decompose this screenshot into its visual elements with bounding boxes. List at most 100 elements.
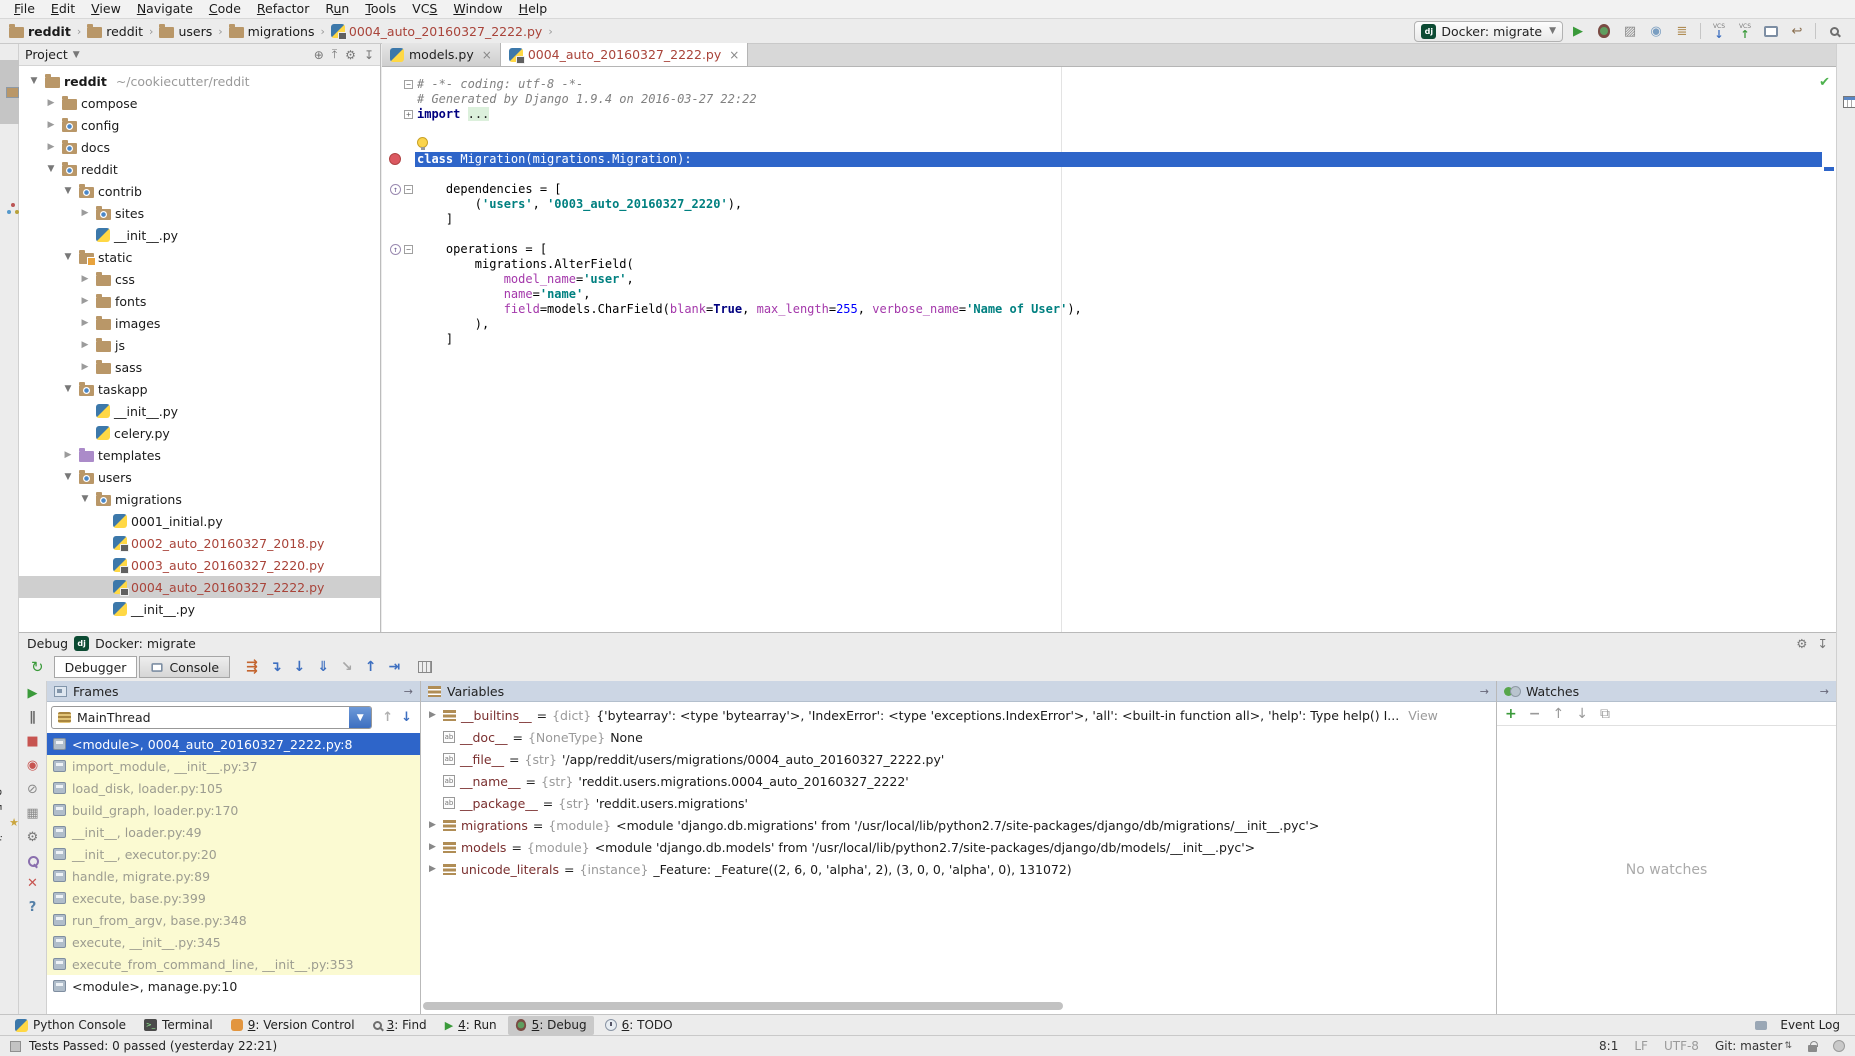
tree-row[interactable]: ▶images bbox=[19, 312, 380, 334]
expand-arrow-icon[interactable]: ▶ bbox=[427, 710, 438, 720]
expand-arrow-icon[interactable]: ▶ bbox=[427, 864, 438, 874]
add-watch-icon[interactable]: + bbox=[1505, 706, 1517, 722]
inspections-ok-icon[interactable]: ✔ bbox=[1819, 75, 1830, 90]
close-icon[interactable]: × bbox=[482, 48, 492, 62]
close-icon[interactable]: ✕ bbox=[27, 877, 38, 890]
tree-row[interactable]: celery.py bbox=[19, 422, 380, 444]
settings-gear-icon[interactable]: ⚙ bbox=[27, 831, 39, 844]
step-into-icon[interactable]: ↓ bbox=[294, 660, 306, 674]
code-area[interactable]: −# -*- coding: utf-8 -*-# Generated by D… bbox=[382, 67, 1836, 632]
frame-row[interactable]: run_from_argv, base.py:348 bbox=[47, 909, 420, 931]
toolwindow-button-4-run[interactable]: ▶4: Run bbox=[438, 1016, 504, 1035]
frame-row[interactable]: build_graph, loader.py:170 bbox=[47, 799, 420, 821]
tree-row[interactable]: ▼taskapp bbox=[19, 378, 380, 400]
chevron-right-icon[interactable]: ▶ bbox=[78, 362, 92, 372]
rerun-icon[interactable]: ↻ bbox=[31, 660, 44, 675]
menu-item-view[interactable]: View bbox=[83, 0, 129, 18]
chevron-right-icon[interactable]: ▶ bbox=[61, 450, 75, 460]
restore-layout-icon[interactable]: ▦ bbox=[26, 807, 38, 820]
chevron-down-icon[interactable]: ▼ bbox=[61, 186, 75, 196]
update-project-button[interactable]: VCS↓ bbox=[1708, 21, 1730, 41]
git-branch-widget[interactable]: Git: master ⇅ bbox=[1715, 1039, 1792, 1053]
breakpoint-icon[interactable] bbox=[389, 153, 401, 165]
frame-row[interactable]: execute, base.py:399 bbox=[47, 887, 420, 909]
toolwindow-button-terminal[interactable]: Terminal bbox=[137, 1016, 220, 1035]
fold-marker-icon[interactable]: + bbox=[404, 110, 413, 119]
move-up-icon[interactable]: ↑ bbox=[1552, 706, 1564, 722]
tree-row[interactable]: __init__.py bbox=[19, 598, 380, 620]
commit-button[interactable] bbox=[1760, 21, 1782, 41]
encoding-indicator[interactable]: UTF-8 bbox=[1664, 1039, 1699, 1053]
tree-row[interactable]: ▶css bbox=[19, 268, 380, 290]
run-to-cursor-icon[interactable]: ⇥ bbox=[388, 660, 400, 674]
breadcrumb-item[interactable]: migrations bbox=[226, 24, 318, 39]
view-breakpoints-icon[interactable]: ◉ bbox=[27, 759, 38, 772]
tree-row[interactable]: ▶sites bbox=[19, 202, 380, 224]
intention-bulb-icon[interactable] bbox=[417, 137, 428, 148]
chevron-right-icon[interactable]: ▶ bbox=[78, 296, 92, 306]
stripe-tab-7-structure[interactable]: 7: Structure bbox=[0, 170, 19, 248]
search-everywhere-button[interactable] bbox=[1823, 21, 1845, 41]
toolwindow-button-3-find[interactable]: 3: Find bbox=[366, 1016, 434, 1035]
chevron-down-icon[interactable]: ▼ bbox=[61, 384, 75, 394]
chevron-right-icon[interactable]: ▶ bbox=[78, 318, 92, 328]
remove-watch-icon[interactable]: − bbox=[1529, 706, 1541, 722]
chevron-down-icon[interactable]: ▼ bbox=[27, 76, 41, 86]
attribute-gutter-icon[interactable] bbox=[390, 244, 401, 255]
tree-row[interactable]: 0003_auto_20160327_2220.py bbox=[19, 554, 380, 576]
fold-marker-icon[interactable]: − bbox=[404, 245, 413, 254]
chevron-right-icon[interactable]: ▶ bbox=[78, 274, 92, 284]
caret-position[interactable]: 8:1 bbox=[1599, 1039, 1618, 1053]
tree-row[interactable]: ▼static bbox=[19, 246, 380, 268]
stripe-tab-database[interactable]: Database bbox=[1837, 70, 1855, 135]
chevron-right-icon[interactable]: ▶ bbox=[44, 98, 58, 108]
pause-icon[interactable]: ∥ bbox=[29, 711, 36, 724]
tree-row[interactable]: __init__.py bbox=[19, 400, 380, 422]
status-icon[interactable] bbox=[10, 1041, 21, 1052]
locate-file-icon[interactable]: ⊕ bbox=[314, 48, 324, 62]
expand-arrow-icon[interactable]: ▶ bbox=[427, 820, 438, 830]
hide-panel-icon[interactable]: ↧ bbox=[1818, 636, 1828, 651]
fold-marker-icon[interactable]: − bbox=[404, 80, 413, 89]
close-icon[interactable]: × bbox=[729, 48, 739, 62]
frame-down-icon[interactable]: ↓ bbox=[401, 710, 412, 725]
attribute-gutter-icon[interactable] bbox=[390, 184, 401, 195]
breadcrumb-item[interactable]: reddit bbox=[84, 24, 146, 39]
frame-row[interactable]: execute_from_command_line, __init__.py:3… bbox=[47, 953, 420, 975]
stop-icon[interactable]: ■ bbox=[26, 735, 38, 748]
step-out-icon[interactable]: ↑ bbox=[365, 660, 377, 674]
editor-tab[interactable]: 0004_auto_20160327_2222.py× bbox=[501, 43, 749, 66]
chevron-down-icon[interactable]: ▼ bbox=[78, 494, 92, 504]
menu-item-vcs[interactable]: VCS bbox=[404, 0, 445, 18]
toolwindow-button-6-todo[interactable]: 6: TODO bbox=[598, 1016, 680, 1035]
tree-row[interactable]: ▶compose bbox=[19, 92, 380, 114]
fold-marker-icon[interactable]: − bbox=[404, 185, 413, 194]
menu-item-edit[interactable]: Edit bbox=[43, 0, 83, 18]
thread-selector[interactable]: MainThread ▼ bbox=[51, 706, 372, 729]
run-configuration-select[interactable]: dj Docker: migrate ▼ bbox=[1414, 21, 1563, 42]
run-task-button[interactable]: ≣ bbox=[1671, 21, 1693, 41]
resume-icon[interactable]: ▶ bbox=[28, 687, 38, 700]
show-execution-point-icon[interactable]: ⇶ bbox=[246, 660, 258, 674]
event-log-button[interactable]: Event Log bbox=[1773, 1016, 1847, 1035]
push-button[interactable]: VCS↑ bbox=[1734, 21, 1756, 41]
variable-row[interactable]: __package__ = {str} 'reddit.users.migrat… bbox=[421, 792, 1496, 814]
chevron-down-icon[interactable]: ▼ bbox=[61, 472, 75, 482]
coverage-button[interactable]: ▨ bbox=[1619, 21, 1641, 41]
scrollbar-error-stripe-mark[interactable] bbox=[1824, 167, 1834, 171]
menu-item-help[interactable]: Help bbox=[511, 0, 556, 18]
gear-icon[interactable]: ⚙ bbox=[345, 48, 356, 62]
tree-row[interactable]: ▶templates bbox=[19, 444, 380, 466]
panel-float-icon[interactable]: → bbox=[1480, 685, 1489, 698]
toolwindow-button-5-debug[interactable]: 5: Debug bbox=[508, 1016, 594, 1035]
variable-row[interactable]: __name__ = {str} 'reddit.users.migration… bbox=[421, 770, 1496, 792]
tree-row[interactable]: ▶config bbox=[19, 114, 380, 136]
tree-row[interactable]: ▼migrations bbox=[19, 488, 380, 510]
force-step-into-icon[interactable]: ⇓ bbox=[317, 660, 329, 674]
gear-icon[interactable]: ⚙ bbox=[1796, 636, 1807, 651]
chevron-down-icon[interactable]: ▼ bbox=[73, 50, 80, 60]
mute-breakpoints-icon[interactable]: ⊘ bbox=[27, 783, 38, 796]
tree-row[interactable]: ▶docs bbox=[19, 136, 380, 158]
pin-icon[interactable] bbox=[27, 855, 38, 866]
help-icon[interactable]: ? bbox=[29, 901, 37, 914]
